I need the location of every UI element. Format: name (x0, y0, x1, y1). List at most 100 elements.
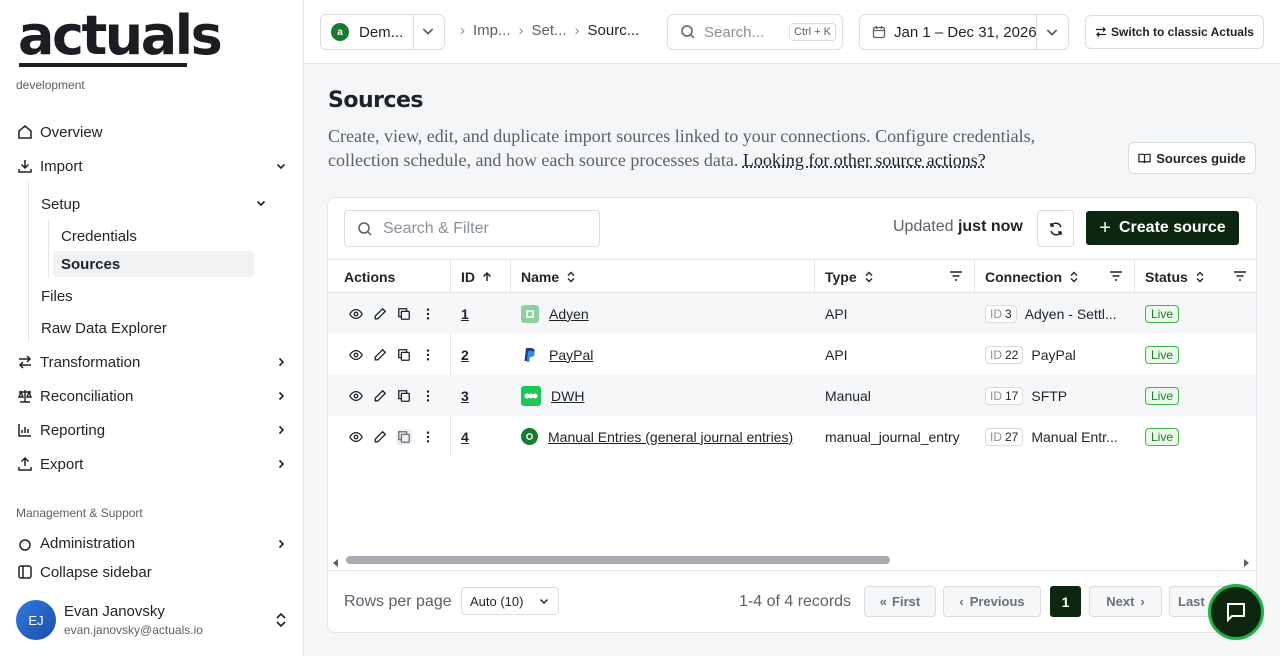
tree-line (48, 220, 49, 278)
updated-prefix: Updated (893, 218, 954, 235)
source-name-link[interactable]: DWH (551, 388, 584, 404)
bar-chart-icon (16, 421, 34, 439)
column-header-connection[interactable]: Connection (975, 260, 1135, 293)
rows-per-page-select[interactable]: Auto (10) (461, 587, 559, 615)
column-label: Name (521, 268, 560, 285)
workspace-switcher[interactable]: a Dem... (320, 14, 445, 50)
chevron-down-icon[interactable] (1044, 24, 1060, 44)
date-range-picker[interactable]: Jan 1 – Dec 31, 2026 (859, 14, 1069, 50)
current-page[interactable]: 1 (1050, 586, 1081, 617)
edit-icon[interactable] (372, 306, 388, 322)
edit-icon[interactable] (372, 388, 388, 404)
avatar: EJ (16, 600, 56, 640)
switch-classic-button[interactable]: Switch to classic Actuals (1085, 15, 1264, 49)
chevron-right-icon: › (1140, 594, 1145, 609)
sidebar-item-credentials[interactable]: Credentials (61, 223, 137, 249)
source-id-link[interactable]: 3 (461, 388, 469, 404)
global-search[interactable]: Search... Ctrl + K (667, 14, 843, 50)
records-count: 1-4 of 4 records (739, 593, 852, 610)
filter-lines-icon[interactable] (1232, 268, 1248, 287)
table-row[interactable]: 1 Adyen API ID 3 Adyen - Settl... Live (328, 293, 1256, 334)
refresh-button[interactable] (1037, 210, 1074, 247)
source-id-link[interactable]: 1 (461, 306, 469, 322)
scrollbar-thumb[interactable] (346, 556, 890, 564)
breadcrumb-current: Sourc... (587, 22, 640, 39)
column-header-id[interactable]: ID (451, 260, 511, 293)
sidebar-item-label: Sources (61, 255, 121, 273)
connection-name[interactable]: Manual Entr... (1031, 429, 1117, 445)
table-header: Actions ID Name Type Connection Status (328, 259, 1256, 293)
duplicate-icon[interactable] (396, 388, 412, 404)
horizontal-scrollbar[interactable] (328, 550, 1256, 570)
column-header-name[interactable]: Name (511, 260, 815, 293)
source-name-link[interactable]: Adyen (549, 306, 589, 322)
chevron-right-icon (272, 353, 290, 371)
view-icon[interactable] (348, 347, 364, 363)
source-type: API (825, 305, 848, 322)
search-filter-input[interactable]: Search & Filter (344, 210, 600, 247)
first-page-button[interactable]: « First (864, 586, 936, 617)
search-placeholder: Search... (704, 23, 765, 41)
paypal-icon (521, 346, 539, 364)
view-icon[interactable] (348, 388, 364, 404)
calendar-icon (872, 25, 886, 39)
sources-guide-button[interactable]: Sources guide (1128, 142, 1256, 174)
previous-page-button[interactable]: ‹ Previous (943, 586, 1041, 617)
table-row[interactable]: 2 PayPal API ID 22 PayPal Live (328, 334, 1256, 375)
filter-lines-icon[interactable] (1108, 268, 1124, 287)
source-id-link[interactable]: 2 (461, 347, 469, 363)
connection-name[interactable]: Adyen - Settl... (1025, 306, 1117, 322)
status-badge: Live (1145, 304, 1180, 323)
chat-button[interactable] (1208, 584, 1264, 640)
plus-icon: + (1099, 217, 1111, 239)
more-vertical-icon[interactable] (420, 429, 436, 445)
column-header-type[interactable]: Type (815, 260, 975, 293)
sidebar-item-import[interactable]: Import (16, 153, 290, 179)
table-row[interactable]: 4 Manual Entries (general journal entrie… (328, 416, 1256, 457)
column-label: ID (461, 268, 475, 285)
sidebar-item-transformation[interactable]: Transformation (16, 349, 290, 375)
create-source-button[interactable]: + Create source (1086, 211, 1239, 245)
connection-name[interactable]: SFTP (1031, 388, 1067, 404)
more-vertical-icon[interactable] (420, 388, 436, 404)
last-label: Last (1178, 594, 1205, 609)
view-icon[interactable] (348, 429, 364, 445)
sidebar-item-files[interactable]: Files (41, 283, 73, 309)
chevron-down-icon[interactable] (420, 23, 436, 44)
filter-lines-icon[interactable] (948, 268, 964, 287)
sidebar-item-export[interactable]: Export (16, 451, 290, 477)
collapse-sidebar-button[interactable]: Collapse sidebar (16, 559, 290, 585)
search-shortcut: Ctrl + K (789, 23, 836, 41)
logo[interactable]: actuals (18, 6, 223, 66)
sidebar-item-reporting[interactable]: Reporting (16, 417, 290, 443)
view-icon[interactable] (348, 306, 364, 322)
sidebar-item-setup[interactable]: Setup (41, 191, 275, 217)
source-name-link[interactable]: PayPal (549, 347, 593, 363)
more-vertical-icon[interactable] (420, 347, 436, 363)
sidebar-item-administration[interactable]: Administration (16, 534, 290, 552)
duplicate-icon[interactable] (396, 428, 412, 445)
edit-icon[interactable] (372, 347, 388, 363)
breadcrumb-item[interactable]: Set... (532, 22, 567, 39)
other-source-actions-link[interactable]: Looking for other source actions? (743, 150, 986, 170)
sidebar-item-raw-data-explorer[interactable]: Raw Data Explorer (41, 315, 167, 341)
user-menu[interactable]: EJ Evan Janovsky evan.janovsky@actuals.i… (16, 600, 288, 640)
more-vertical-icon[interactable] (420, 306, 436, 322)
table-row[interactable]: 3 DWH Manual ID 17 SFTP Live (328, 375, 1256, 416)
sidebar-item-overview[interactable]: Overview (16, 119, 290, 145)
sidebar-item-reconciliation[interactable]: Reconciliation (16, 383, 290, 409)
breadcrumb-item[interactable]: Imp... (473, 22, 511, 39)
edit-icon[interactable] (372, 429, 388, 445)
connection-id: 22 (1005, 347, 1019, 362)
sidebar-item-sources[interactable]: Sources (53, 251, 254, 277)
connection-id-badge: ID 27 (985, 427, 1024, 446)
column-header-status[interactable]: Status (1135, 260, 1256, 293)
duplicate-icon[interactable] (396, 306, 412, 322)
source-id-link[interactable]: 4 (461, 429, 469, 445)
adyen-icon (521, 304, 539, 323)
transform-icon (16, 353, 34, 371)
connection-name[interactable]: PayPal (1031, 347, 1075, 363)
source-name-link[interactable]: Manual Entries (general journal entries) (548, 429, 793, 445)
next-page-button[interactable]: Next › (1089, 586, 1162, 617)
duplicate-icon[interactable] (396, 347, 412, 363)
